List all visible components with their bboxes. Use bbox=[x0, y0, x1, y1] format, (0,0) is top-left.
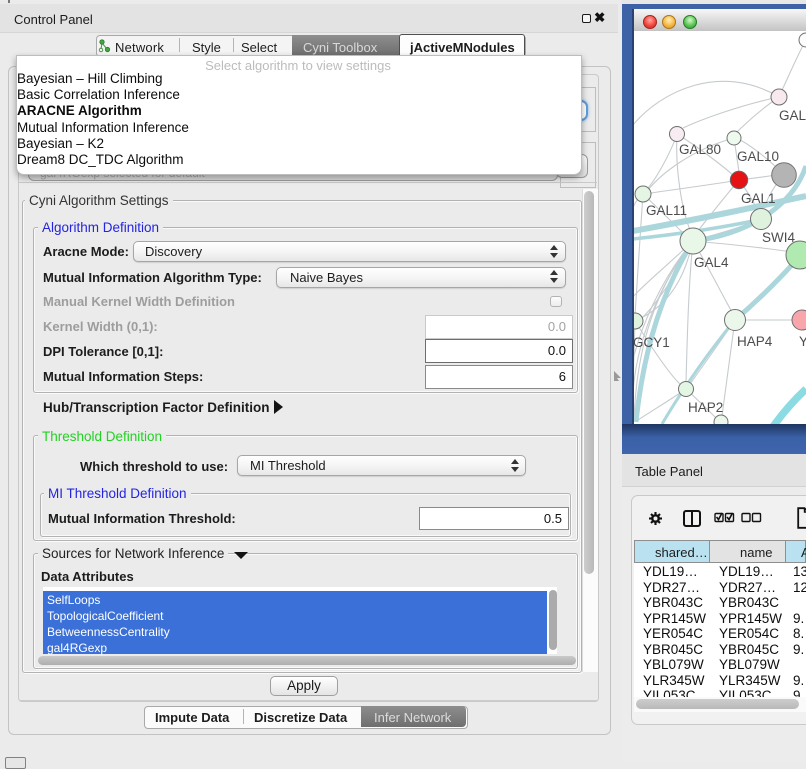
svg-text:GAL4: GAL4 bbox=[694, 255, 729, 270]
svg-text:GAL10: GAL10 bbox=[737, 149, 779, 164]
svg-text:GAL11: GAL11 bbox=[646, 203, 687, 218]
svg-text:Y: Y bbox=[799, 334, 806, 349]
svg-text:GCY1: GCY1 bbox=[634, 335, 670, 350]
svg-text:GAL: GAL bbox=[779, 108, 806, 123]
svg-text:HAP4: HAP4 bbox=[737, 334, 773, 349]
svg-text:GAL80: GAL80 bbox=[679, 142, 721, 157]
svg-text:SWI4: SWI4 bbox=[762, 230, 795, 245]
svg-text:HAP2: HAP2 bbox=[688, 400, 723, 415]
svg-text:GAL1: GAL1 bbox=[741, 191, 776, 206]
